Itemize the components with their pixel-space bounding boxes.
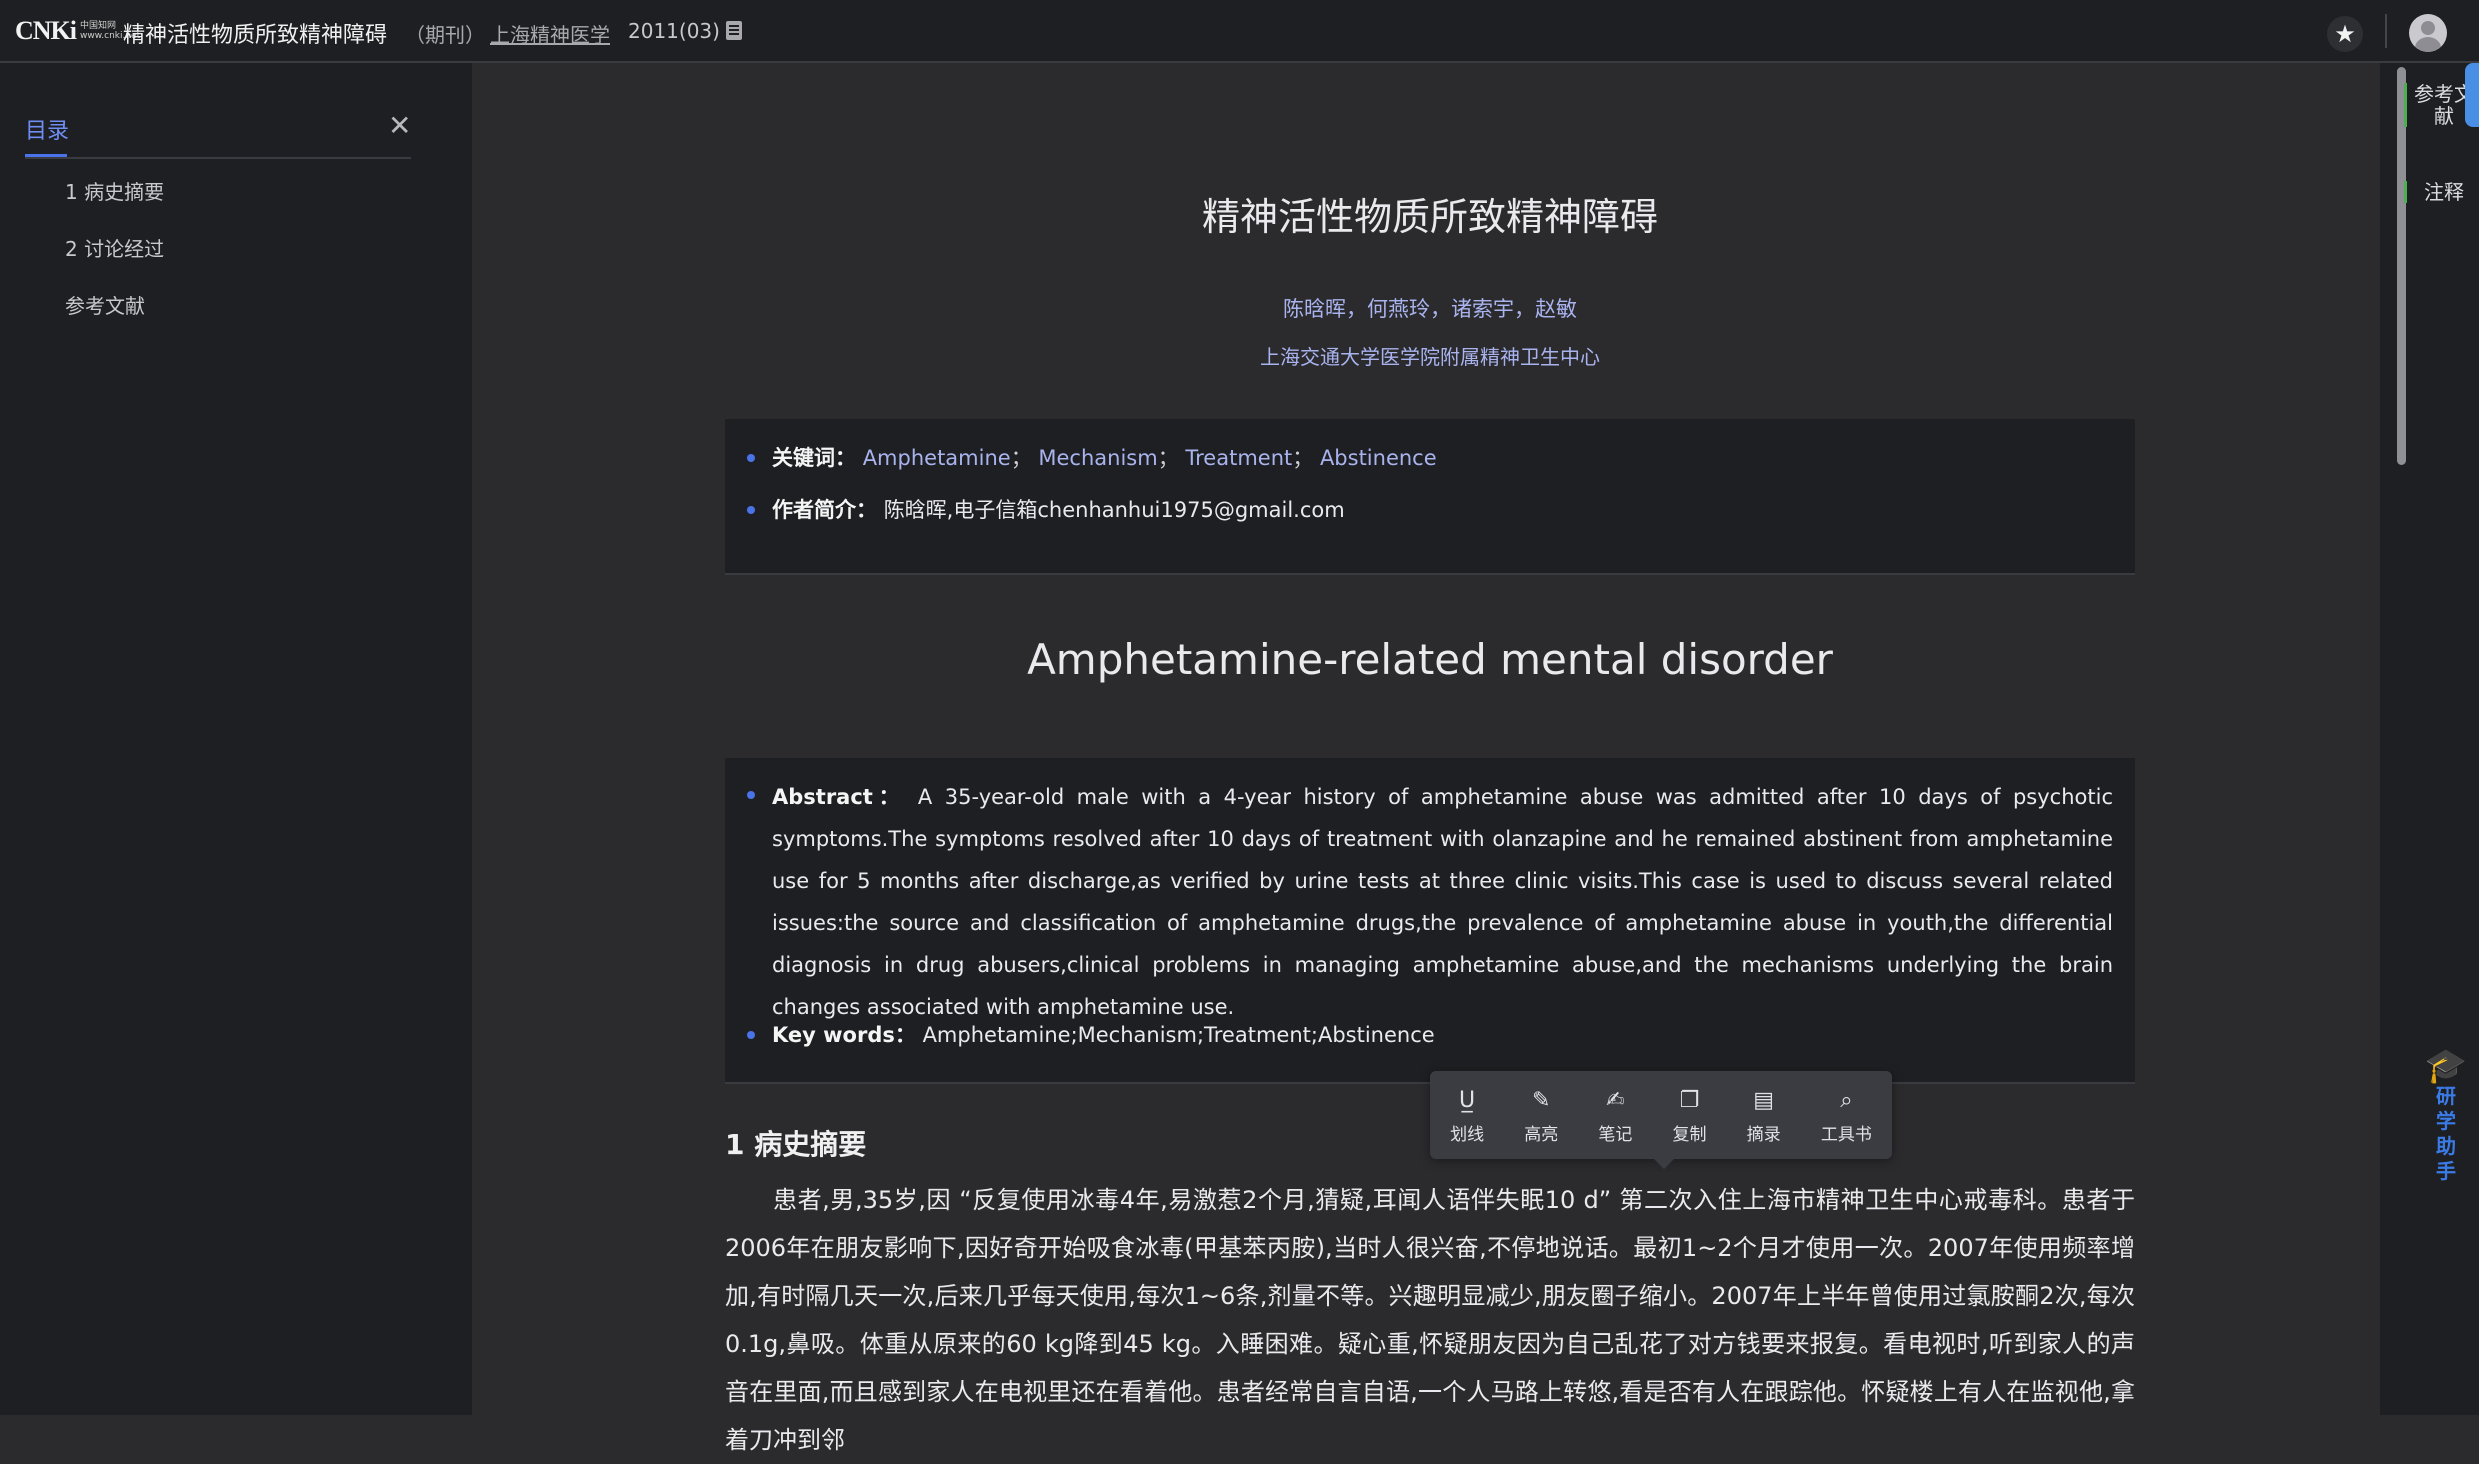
side-expand-tab[interactable]: [2465, 63, 2479, 127]
research-assistant-label: 研学助手: [2436, 1084, 2456, 1183]
keyword-sep: ；: [1157, 446, 1179, 470]
tool-label: 复制: [1672, 1124, 1707, 1145]
divider: [2385, 14, 2387, 48]
issue-label: 2011(03): [628, 19, 720, 43]
abstract-text: A 35-year-old male with a 4-year history…: [772, 785, 2113, 1019]
copy-button[interactable]: ❐ 复制: [1673, 1086, 1707, 1145]
abstract-row: Abstract： A 35-year-old male with a 4-ye…: [725, 776, 2135, 1028]
note-button[interactable]: ✍ 笔记: [1598, 1086, 1632, 1145]
keyword-link[interactable]: Abstinence: [1320, 446, 1437, 470]
tool-label: 高亮: [1524, 1124, 1559, 1145]
favorite-button[interactable]: ★: [2327, 16, 2363, 52]
reference-book-button[interactable]: ⌕ 工具书: [1821, 1086, 1872, 1145]
en-keywords-text: Amphetamine;Mechanism;Treatment;Abstinen…: [922, 1023, 1435, 1047]
en-keywords-label: Key words：: [772, 1023, 916, 1047]
reference-book-icon: ⌕: [1840, 1087, 1853, 1113]
keyword-sep: ；: [1010, 446, 1032, 470]
reader-main: 精神活性物质所致精神障碍 陈晗晖，何燕玲，诸索宇，赵敏 上海交通大学医学院附属精…: [472, 63, 2380, 1454]
toc-title[interactable]: 目录: [25, 113, 69, 157]
research-assistant-button[interactable]: 🎓 研学助手: [2418, 1048, 2474, 1184]
toc-item-references[interactable]: 参考文献: [65, 290, 164, 347]
author-intro-label: 作者简介：: [772, 498, 877, 522]
journal-link[interactable]: 上海精神医学: [490, 19, 610, 48]
highlight-button[interactable]: ✎ 高亮: [1524, 1086, 1558, 1145]
tool-label: 笔记: [1598, 1124, 1633, 1145]
doc-type: （期刊）: [405, 23, 485, 47]
underline-button[interactable]: U̲ 划线: [1450, 1086, 1484, 1145]
meta-box: 关键词： Amphetamine； Mechanism； Treatment； …: [725, 419, 2135, 575]
english-title: Amphetamine-related mental disorder: [1027, 635, 1833, 684]
toc-sidebar: 目录 ✕ 1 病史摘要 2 讨论经过 参考文献: [0, 63, 472, 1415]
section-body: 患者,男,35岁,因 “反复使用冰毒4年,易激惹2个月,猜疑,耳闻人语伴失眠10…: [725, 1186, 2135, 1454]
selection-toolbar: U̲ 划线 ✎ 高亮 ✍ 笔记 ❐ 复制 ▤ 摘录 ⌕ 工具书: [1430, 1071, 1892, 1169]
section-heading: 1 病史摘要: [725, 1128, 867, 1161]
toc-item-history[interactable]: 1 病史摘要: [65, 176, 164, 233]
scrollbar[interactable]: [2387, 63, 2406, 1415]
toc-item-discussion[interactable]: 2 讨论经过: [65, 233, 164, 290]
toc-header: 目录 ✕: [25, 109, 411, 159]
affiliation[interactable]: 上海交通大学医学院附属精神卫生中心: [472, 341, 2388, 370]
tool-label: 工具书: [1820, 1124, 1872, 1145]
keyword-link[interactable]: Amphetamine: [863, 446, 1011, 470]
highlight-icon: ✎: [1532, 1087, 1551, 1113]
logo-mark: CNKi: [15, 16, 77, 45]
tool-label: 摘录: [1746, 1124, 1781, 1145]
star-icon: ★: [2334, 20, 2356, 48]
notes-tab[interactable]: 注释: [2404, 181, 2478, 203]
note-icon: ✍: [1606, 1087, 1625, 1113]
article-title: 精神活性物质所致精神障碍: [1201, 195, 1658, 239]
author-intro-text: 陈晗晖,电子信箱chenhanhui1975@gmail.com: [883, 498, 1345, 522]
underline-icon: U̲: [1459, 1087, 1476, 1113]
keywords-row: 关键词： Amphetamine； Mechanism； Treatment； …: [725, 439, 1437, 477]
excerpt-icon: ▤: [1753, 1087, 1775, 1113]
tool-label: 划线: [1450, 1124, 1485, 1145]
keyword-link[interactable]: Mechanism: [1038, 446, 1157, 470]
graduation-cap-icon: 🎓: [2424, 1046, 2468, 1086]
doc-title: 精神活性物质所致精神障碍: [123, 23, 388, 48]
keyword-link[interactable]: Treatment: [1185, 446, 1292, 470]
copy-icon: ❐: [1679, 1087, 1700, 1113]
author-intro-row: 作者简介： 陈晗晖,电子信箱chenhanhui1975@gmail.com: [725, 491, 1345, 529]
authors[interactable]: 陈晗晖，何燕玲，诸索宇，赵敏: [472, 293, 2388, 323]
user-avatar[interactable]: [2409, 14, 2447, 52]
top-bar: CNKi 中国知网 www.cnki.net 精神活性物质所致精神障碍 （期刊）…: [0, 0, 2479, 63]
keyword-sep: ；: [1292, 446, 1314, 470]
close-icon[interactable]: ✕: [388, 109, 411, 142]
en-keywords-row: Key words： Amphetamine;Mechanism;Treatme…: [725, 1016, 1435, 1054]
keywords-label: 关键词：: [772, 446, 856, 470]
right-rail: 参考文献 注释: [2380, 63, 2479, 1415]
excerpt-button[interactable]: ▤ 摘录: [1747, 1086, 1781, 1145]
abstract-label: Abstract：: [772, 785, 906, 809]
issue-catalog-icon[interactable]: [726, 21, 742, 40]
cnki-logo[interactable]: CNKi 中国知网 www.cnki.net: [15, 16, 140, 46]
abstract-box: Abstract： A 35-year-old male with a 4-ye…: [725, 758, 2135, 1084]
toc-list: 1 病史摘要 2 讨论经过 参考文献: [65, 176, 164, 347]
